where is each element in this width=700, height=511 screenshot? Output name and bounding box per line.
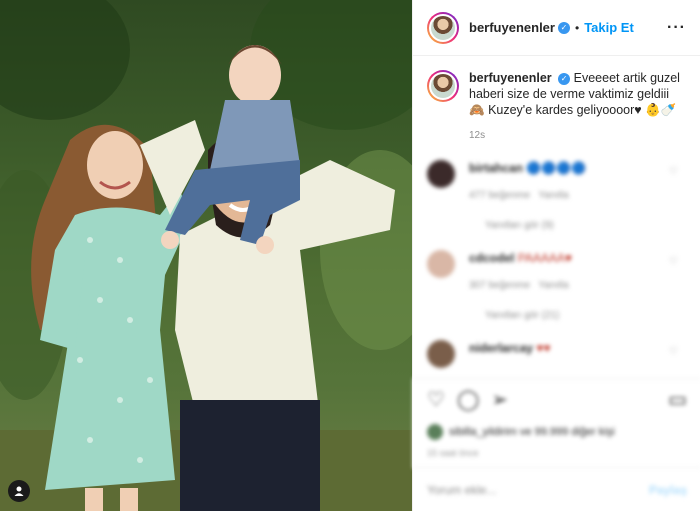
user-tag-icon[interactable] (8, 480, 30, 502)
comment-like-icon[interactable]: ♡ (669, 166, 678, 177)
view-replies-button[interactable]: Yanıtları gör (9) (469, 218, 586, 234)
comment-avatar[interactable] (427, 340, 455, 368)
post-side-panel: berfuyenenler ✓ • Takip Et ··· berfuyene… (412, 0, 700, 511)
comment-username[interactable]: niderlarcay (469, 341, 533, 355)
caption: berfuyenenler ✓ Eveeeet artik guzel habe… (413, 56, 700, 144)
comment-item: niderlarcay ♥♥ ♡ (413, 340, 700, 368)
comment-likes[interactable]: 307 beğenme (469, 280, 530, 291)
caption-text-line1: Eveeeet artik guzel (573, 71, 680, 85)
comment-bubble-icon[interactable]: ◯ (457, 387, 479, 412)
comment-text: ♥♥ (536, 341, 551, 355)
post-comment-button[interactable]: Paylaş (649, 483, 687, 497)
likes-text[interactable]: sibilla_yildirim ve 99.999 diğer kişi (449, 426, 615, 438)
comment-like-icon[interactable]: ♡ (669, 346, 678, 357)
caption-avatar[interactable] (427, 70, 459, 102)
save-bookmark-icon[interactable]: ▭ (668, 387, 687, 412)
reply-button[interactable]: Yanıtla (538, 190, 568, 201)
post-photo[interactable] (0, 0, 412, 511)
comment-item: cdcodel PAAAAA♥ 307 beğenme Yanıtla Yanı… (413, 250, 700, 324)
comment-username[interactable]: cdcodel (469, 251, 514, 265)
separator-dot: • (574, 20, 580, 35)
verified-icon: ✓ (558, 72, 571, 85)
view-replies-button[interactable]: Yanıtları gör (21) (469, 308, 572, 324)
comment-input[interactable]: Yorum ekle... (427, 483, 497, 497)
comment-item: birtahcan 🔵🔵🔵🔵 477 beğenme Yanıtla Yanıt… (413, 160, 700, 234)
comment-likes[interactable]: 477 beğenme (469, 190, 530, 201)
verified-icon: ✓ (557, 21, 570, 34)
comment-text: 🔵🔵🔵🔵 (526, 161, 587, 175)
share-arrow-icon[interactable]: ➢ (491, 387, 508, 412)
caption-time: 12s (469, 130, 486, 141)
post-actions: ♡ ◯ ➢ ▭ sibilla_yildirim ve 99.999 diğer… (413, 378, 700, 468)
add-comment-bar: Yorum ekle... Paylaş (413, 467, 700, 511)
more-options-icon[interactable]: ··· (667, 19, 686, 37)
caption-username[interactable]: berfuyenenler (469, 71, 552, 85)
post-header: berfuyenenler ✓ • Takip Et ··· (413, 0, 700, 56)
baby-emoji-icon: 👶🍼 (645, 103, 677, 117)
liker-avatar (427, 424, 443, 440)
comment-avatar[interactable] (427, 250, 455, 278)
caption-text-line2: haberi size de verme vaktimiz geldiii (469, 87, 670, 101)
comment-text: PAAAAA♥ (517, 251, 572, 265)
author-username[interactable]: berfuyenenler (469, 20, 555, 35)
comment-username[interactable]: birtahcan (469, 161, 523, 175)
reply-button[interactable]: Yanıtla (538, 280, 568, 291)
family-illustration (0, 45, 412, 511)
author-avatar[interactable] (427, 11, 459, 44)
comment-avatar[interactable] (427, 160, 455, 188)
comment-like-icon[interactable]: ♡ (669, 256, 678, 267)
follow-button[interactable]: Takip Et (584, 20, 634, 35)
like-heart-icon[interactable]: ♡ (427, 387, 445, 412)
caption-text-line3: Kuzey'e kardes geliyoooor♥ (488, 103, 642, 117)
post-date: 15 saat önce (427, 448, 479, 458)
monkey-emoji-icon: 🙈 (469, 103, 485, 117)
likes-summary[interactable]: sibilla_yildirim ve 99.999 diğer kişi (427, 424, 687, 440)
